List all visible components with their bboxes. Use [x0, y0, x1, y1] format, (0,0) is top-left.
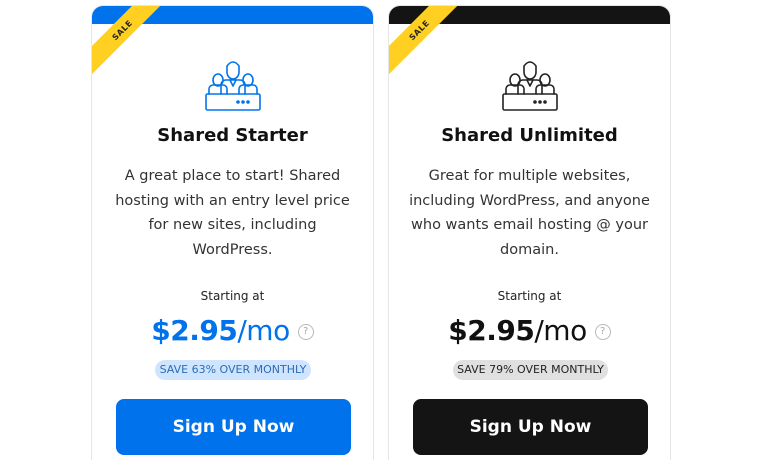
sign-up-button[interactable]: Sign Up Now: [116, 399, 351, 455]
price: $2.95/mo: [151, 314, 290, 347]
plan-card-shared-unlimited: SALE Shared Unlimited Great for multiple…: [388, 5, 671, 460]
starting-at-label: Starting at: [200, 289, 265, 303]
plan-card-shared-starter: SALE Shared Starter A great place to sta…: [91, 5, 374, 460]
price-suffix: /mo: [534, 314, 587, 347]
shared-hosting-group-icon: [204, 61, 261, 111]
save-badge: SAVE 79% OVER MONTHLY: [453, 360, 608, 380]
price-row: $2.95/mo ?: [389, 314, 670, 347]
price-amount: $2.95: [448, 314, 535, 347]
sign-up-button[interactable]: Sign Up Now: [413, 399, 648, 455]
save-badge: SAVE 63% OVER MONTHLY: [155, 360, 311, 380]
question-mark-icon[interactable]: ?: [297, 323, 314, 340]
price-suffix: /mo: [237, 314, 290, 347]
plan-description: A great place to start! Shared hosting w…: [115, 168, 350, 258]
price: $2.95/mo: [448, 314, 587, 347]
plan-title: Shared Unlimited: [441, 125, 618, 146]
question-mark-icon[interactable]: ?: [594, 323, 611, 340]
price-amount: $2.95: [151, 314, 238, 347]
price-row: $2.95/mo ?: [92, 314, 373, 347]
plan-title: Shared Starter: [157, 125, 308, 146]
plan-description: Great for multiple websites, including W…: [409, 168, 650, 258]
shared-hosting-group-icon: [501, 61, 558, 111]
pricing-section: SALE Shared Starter A great place to sta…: [0, 0, 760, 460]
starting-at-label: Starting at: [497, 289, 562, 303]
